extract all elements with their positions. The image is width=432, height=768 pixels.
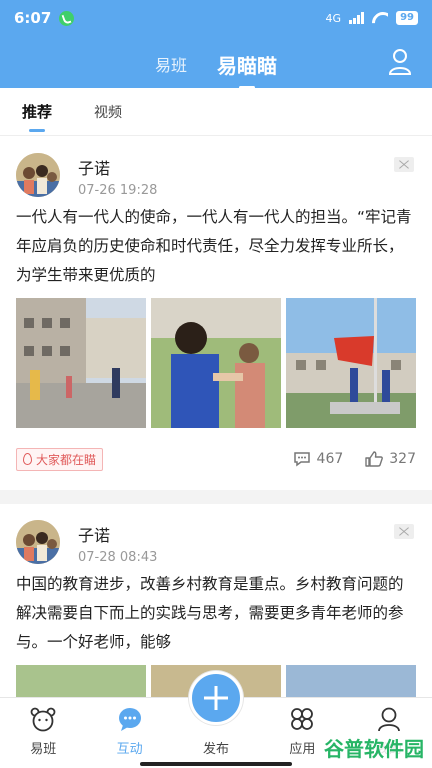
apps-icon [291, 708, 314, 730]
post-author[interactable]: 子诺 [78, 522, 157, 546]
feed-list[interactable]: 子诺 07-26 19:28 一代人有一代人的使命，一代人有一代人的担当。“牢记… [0, 137, 432, 697]
network-label: 4G [325, 11, 342, 25]
battery-icon: 99 [396, 11, 418, 25]
post-header: 子诺 07-28 08:43 [16, 520, 416, 568]
comment-button[interactable]: 467 [293, 451, 344, 467]
like-count: 327 [389, 451, 416, 467]
nav-label: 应用 [289, 742, 316, 757]
post-photos [16, 298, 416, 428]
dismiss-icon[interactable] [394, 524, 414, 539]
nav-interact[interactable]: 互动 [86, 698, 172, 768]
app-header: 6:07 4G 99 易班 易瞄瞄 [0, 0, 432, 88]
sub-tabs: 推荐 视频 [0, 88, 432, 136]
post-photo[interactable] [151, 298, 281, 428]
home-indicator[interactable] [140, 762, 292, 766]
flame-icon [23, 453, 32, 465]
post-date: 07-28 08:43 [78, 550, 158, 565]
call-icon [59, 10, 75, 26]
post-date: 07-26 19:28 [78, 183, 158, 198]
post-text[interactable]: 中国的教育进步，改善乡村教育是重点。乡村教育问题的解决需要自下而上的实践与思考，… [16, 570, 416, 657]
person-icon [377, 707, 400, 732]
post-text[interactable]: 一代人有一代人的使命，一代人有一代人的担当。“牢记青年应肩负的历史使命和时代责任… [16, 203, 416, 290]
watermark: 谷普软件园 [322, 733, 426, 762]
post-card[interactable]: 子诺 07-28 08:43 中国的教育进步，改善乡村教育是重点。乡村教育问题的… [0, 504, 432, 697]
nav-label: 易班 [30, 742, 57, 757]
post-photo[interactable] [16, 665, 146, 697]
hot-tag[interactable]: 大家都在瞄 [16, 447, 104, 471]
avatar[interactable] [16, 153, 60, 197]
post-author[interactable]: 子诺 [78, 155, 157, 179]
top-tabs: 易班 易瞄瞄 [0, 44, 432, 84]
nav-label: 互动 [116, 742, 143, 757]
post-footer: 大家都在瞄 467 327 [16, 428, 416, 490]
comment-count: 467 [316, 451, 344, 467]
nav-label: 发布 [203, 742, 230, 757]
status-time: 6:07 [14, 9, 52, 27]
avatar[interactable] [16, 520, 60, 564]
hot-tag-label: 大家都在瞄 [36, 452, 97, 467]
tab-yimiaomiao[interactable]: 易瞄瞄 [217, 50, 277, 79]
tab-yiban[interactable]: 易班 [155, 52, 187, 76]
post-photo[interactable] [286, 665, 416, 697]
post-photo[interactable] [16, 298, 146, 428]
bear-icon [30, 707, 56, 732]
plus-icon[interactable] [189, 671, 243, 725]
dismiss-icon[interactable] [394, 157, 414, 172]
post-photo[interactable] [286, 298, 416, 428]
nav-yiban[interactable]: 易班 [0, 698, 86, 768]
like-button[interactable]: 327 [365, 451, 416, 467]
comment-icon [293, 452, 310, 467]
status-bar: 6:07 4G 99 [0, 0, 432, 36]
signal-icon [349, 12, 365, 24]
wifi-icon [372, 12, 388, 24]
tab-recommend[interactable]: 推荐 [22, 101, 52, 122]
thumbs-up-icon [365, 451, 384, 467]
post-card[interactable]: 子诺 07-26 19:28 一代人有一代人的使命，一代人有一代人的担当。“牢记… [0, 137, 432, 490]
post-header: 子诺 07-26 19:28 [16, 153, 416, 201]
user-icon[interactable] [388, 48, 412, 76]
tab-video[interactable]: 视频 [94, 102, 122, 122]
chat-icon [118, 708, 141, 731]
